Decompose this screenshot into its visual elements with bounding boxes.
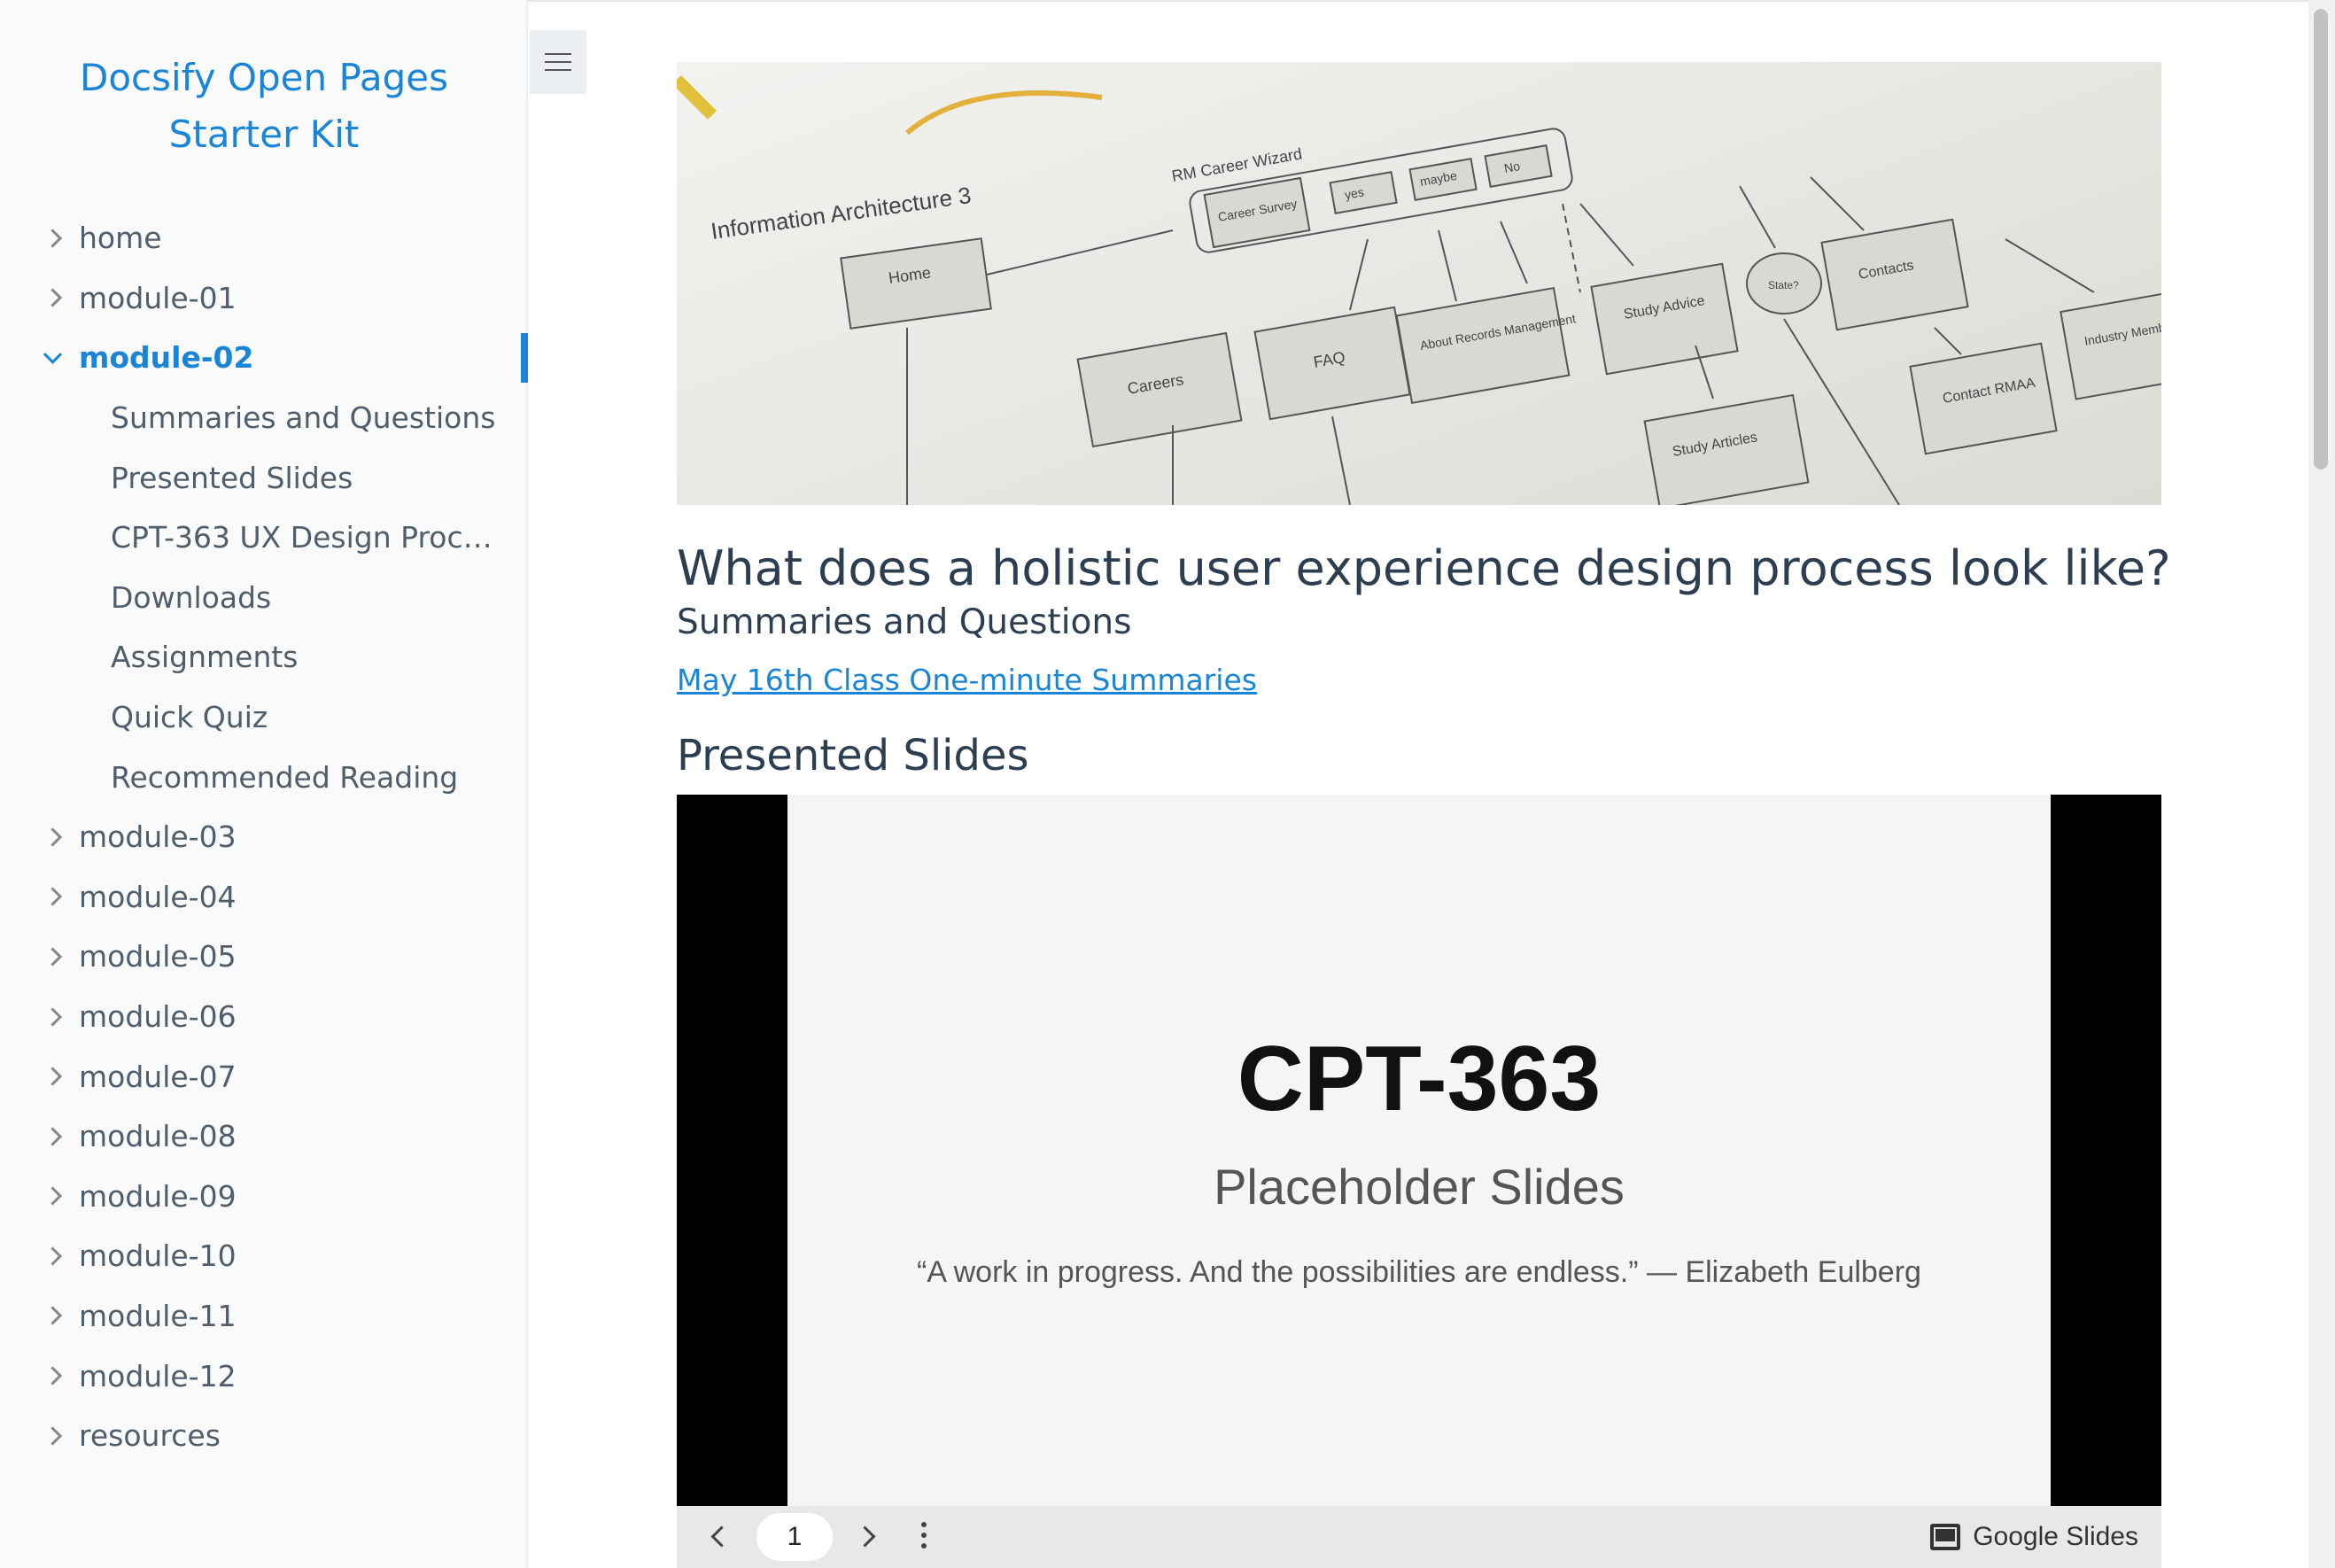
chevron-right-icon <box>43 1127 63 1146</box>
google-slides-label: Google Slides <box>1973 1522 2138 1551</box>
sidebar-subitem-label: Downloads <box>111 579 272 615</box>
slides-controls: 1 Google Slides <box>677 1506 2161 1568</box>
sidebar-toggle-button[interactable] <box>530 30 586 94</box>
sidebar-item-module-08[interactable]: module-08 <box>0 1106 528 1167</box>
slide-title: CPT-363 <box>1237 1028 1602 1130</box>
chevron-right-icon <box>43 887 63 906</box>
chevron-right-icon <box>43 1006 63 1027</box>
sidebar-item-label: module-09 <box>79 1178 237 1214</box>
chevron-right-icon[interactable] <box>854 1525 876 1548</box>
sidebar-item-module-02[interactable]: module-02 <box>0 328 528 388</box>
sidebar-subitem-label: Summaries and Questions <box>111 400 496 436</box>
slide-canvas: CPT-363 Placeholder Slides “A work in pr… <box>787 795 2051 1506</box>
chevron-right-icon <box>43 1426 63 1446</box>
sidebar-item-label: module-05 <box>79 939 237 974</box>
page-title: What does a holistic user experience des… <box>677 540 2171 596</box>
sidebar-item-label: module-11 <box>79 1298 237 1333</box>
sidebar-item-label: module-08 <box>79 1119 237 1154</box>
chevron-right-icon <box>43 229 63 248</box>
sidebar-subitem-label: Assignments <box>111 640 299 675</box>
sidebar-item-module-05[interactable]: module-05 <box>0 927 528 987</box>
sidebar-item-label: module-07 <box>79 1059 237 1094</box>
summaries-link[interactable]: May 16th Class One-minute Summaries <box>677 663 1257 697</box>
sidebar-subitem-ux-design-process[interactable]: CPT-363 UX Design Process/... <box>0 508 528 568</box>
sidebar-subitem-label: CPT-363 UX Design Process/... <box>111 520 509 555</box>
app-name-line2: Starter Kit <box>168 113 360 156</box>
sidebar-item-module-11[interactable]: module-11 <box>0 1286 528 1347</box>
slides-logo-icon <box>1930 1524 1961 1550</box>
sidebar-item-module-06[interactable]: module-06 <box>0 987 528 1047</box>
slide-quote: “A work in progress. And the possibiliti… <box>917 1255 1921 1289</box>
chevron-right-icon <box>43 1186 63 1206</box>
sidebar: Docsify Open Pages Starter Kit home modu… <box>0 0 528 1568</box>
chevron-right-icon <box>43 1306 63 1326</box>
diagram-label: State? <box>1768 279 1799 291</box>
slide-subtitle: Placeholder Slides <box>1214 1159 1625 1215</box>
sidebar-item-home[interactable]: home <box>0 208 528 268</box>
app-name-line1: Docsify Open Pages <box>79 56 449 99</box>
sidebar-subitem-downloads[interactable]: Downloads <box>0 568 528 628</box>
sidebar-subitem-recommended-reading[interactable]: Recommended Reading <box>0 747 528 807</box>
sidebar-item-label: module-06 <box>79 999 237 1035</box>
sidebar-item-module-03[interactable]: module-03 <box>0 807 528 867</box>
sidebar-item-label: module-01 <box>79 280 237 315</box>
sidebar-item-label: home <box>79 221 162 256</box>
sidebar-item-module-04[interactable]: module-04 <box>0 867 528 928</box>
section-heading-presented-slides: Presented Slides <box>677 731 1029 780</box>
hamburger-icon-line <box>545 61 571 63</box>
diagram-label: Information Architecture 3 <box>710 182 974 245</box>
google-slides-link[interactable]: Google Slides <box>1930 1506 2138 1568</box>
more-options-icon[interactable] <box>921 1522 927 1552</box>
active-indicator <box>521 333 528 384</box>
sidebar-item-module-10[interactable]: module-10 <box>0 1226 528 1286</box>
sidebar-item-label: module-04 <box>79 879 237 914</box>
sidebar-item-resources[interactable]: resources <box>0 1406 528 1466</box>
sidebar-subitem-assignments[interactable]: Assignments <box>0 627 528 687</box>
hamburger-icon <box>545 53 571 55</box>
diagram-label: No <box>1503 159 1522 175</box>
slide-page-number[interactable]: 1 <box>756 1513 833 1561</box>
sidebar-subitem-summaries[interactable]: Summaries and Questions <box>0 388 528 448</box>
sidebar-item-module-01[interactable]: module-01 <box>0 268 528 329</box>
sidebar-subitem-label: Presented Slides <box>111 460 353 495</box>
scrollbar-thumb[interactable] <box>2314 9 2328 470</box>
chevron-right-icon <box>43 827 63 847</box>
sidebar-subitem-label: Recommended Reading <box>111 759 459 795</box>
sidebar-subitem-presented-slides[interactable]: Presented Slides <box>0 447 528 508</box>
chevron-right-icon <box>43 947 63 966</box>
chevron-down-icon <box>43 345 63 364</box>
main-content: Information Architecture 3 RM Career Wiz… <box>677 62 2171 1568</box>
hero-image: Information Architecture 3 RM Career Wiz… <box>677 62 2161 505</box>
sidebar-nav: home module-01 module-02 Summaries and Q… <box>0 208 528 1465</box>
sidebar-subitem-label: Quick Quiz <box>111 700 268 735</box>
chevron-right-icon <box>43 288 63 307</box>
google-slides-embed[interactable]: CPT-363 Placeholder Slides “A work in pr… <box>677 795 2161 1568</box>
chevron-right-icon <box>43 1067 63 1086</box>
sidebar-subitem-quick-quiz[interactable]: Quick Quiz <box>0 687 528 748</box>
chevron-right-icon <box>43 1246 63 1266</box>
sidebar-item-label: module-10 <box>79 1238 237 1274</box>
chevron-left-icon[interactable] <box>710 1525 733 1548</box>
sidebar-item-module-07[interactable]: module-07 <box>0 1046 528 1106</box>
section-heading-summaries: Summaries and Questions <box>677 602 1132 642</box>
sidebar-item-module-09[interactable]: module-09 <box>0 1167 528 1227</box>
sidebar-item-label: module-03 <box>79 819 237 855</box>
chevron-right-icon <box>43 1366 63 1386</box>
information-architecture-sketch: Information Architecture 3 RM Career Wiz… <box>677 75 2161 505</box>
hamburger-icon-line <box>545 69 571 71</box>
sidebar-item-label: module-12 <box>79 1358 237 1393</box>
diagram-label: RM Career Wizard <box>1170 144 1303 185</box>
sidebar-item-label: module-02 <box>79 340 254 376</box>
sidebar-item-label: resources <box>79 1418 221 1454</box>
sidebar-item-module-12[interactable]: module-12 <box>0 1346 528 1406</box>
app-name-link[interactable]: Docsify Open Pages Starter Kit <box>0 50 528 163</box>
scrollbar[interactable] <box>2308 0 2335 1568</box>
